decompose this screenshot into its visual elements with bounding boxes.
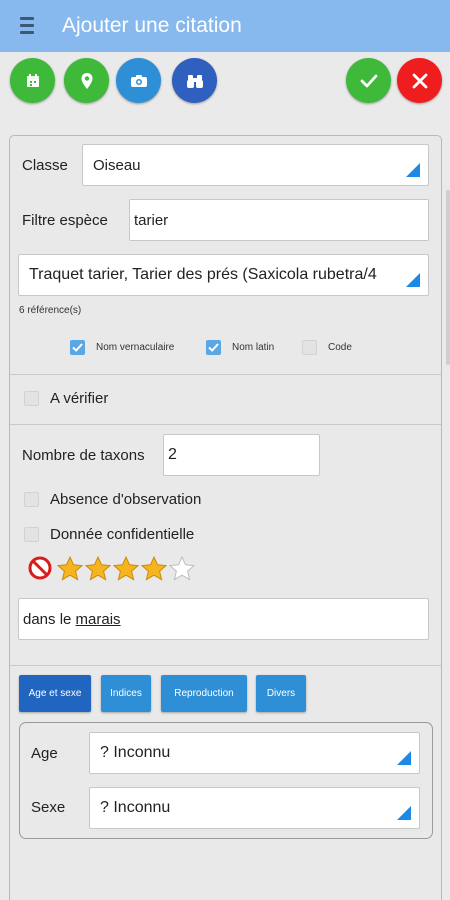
star-filled-icon[interactable] — [140, 555, 168, 583]
confirm-button[interactable] — [346, 58, 391, 103]
check-icon — [360, 74, 377, 87]
camera-icon — [130, 74, 147, 87]
absence-checkbox[interactable] — [24, 492, 39, 507]
nom-vernaculaire-checkbox[interactable] — [70, 340, 85, 355]
classe-value: Oiseau — [93, 156, 141, 174]
tab-divers[interactable]: Divers — [256, 675, 306, 712]
divider — [10, 374, 441, 375]
sex-label: Sexe — [31, 799, 66, 816]
tab-age-sexe[interactable]: Age et sexe — [19, 675, 91, 712]
nom-vernaculaire-label: Nom vernaculaire — [96, 342, 175, 353]
taxa-count-value: 2 — [168, 446, 177, 463]
age-label: Age — [31, 745, 58, 762]
classe-label: Classe — [22, 157, 68, 174]
dropdown-arrow-icon — [406, 163, 420, 177]
age-select[interactable]: ? Inconnu — [89, 732, 420, 774]
comment-link: marais — [75, 610, 121, 628]
binoculars-icon — [186, 74, 203, 88]
species-select[interactable]: Traquet tarier, Tarier des prés (Saxicol… — [18, 254, 429, 296]
tab-reproduction[interactable]: Reproduction — [161, 675, 247, 712]
dropdown-arrow-icon — [397, 751, 411, 765]
absence-label: Absence d'observation — [50, 491, 202, 508]
species-filter-input[interactable]: tarier — [129, 199, 429, 241]
checkmark-icon — [208, 343, 219, 352]
comment-prefix: dans le — [23, 610, 76, 628]
star-filled-icon[interactable] — [84, 555, 112, 583]
clear-rating-icon[interactable] — [28, 556, 52, 580]
species-value: Traquet tarier, Tarier des prés (Saxicol… — [29, 266, 377, 283]
location-pin-icon — [81, 72, 92, 89]
scrollbar[interactable] — [446, 190, 450, 365]
page-title: Ajouter une citation — [62, 14, 242, 37]
species-filter-value: tarier — [134, 211, 169, 229]
rating-stars[interactable] — [56, 555, 198, 583]
reference-count: 6 référence(s) — [19, 305, 82, 316]
comment-input[interactable]: dans le marais — [18, 598, 429, 640]
calendar-button[interactable] — [10, 58, 55, 103]
classe-select[interactable]: Oiseau — [82, 144, 429, 186]
nom-latin-label: Nom latin — [232, 342, 275, 353]
taxa-count-input[interactable]: 2 — [163, 434, 320, 476]
close-icon — [412, 73, 427, 88]
checkmark-icon — [72, 343, 83, 352]
app-bar: Ajouter une citation — [0, 0, 450, 52]
confidential-label: Donnée confidentielle — [50, 526, 195, 543]
cancel-button[interactable] — [397, 58, 442, 103]
sex-select[interactable]: ? Inconnu — [89, 787, 420, 829]
divider — [10, 424, 441, 425]
dropdown-arrow-icon — [406, 273, 420, 287]
sex-value: ? Inconnu — [100, 799, 171, 816]
species-filter-label: Filtre espèce — [22, 212, 108, 229]
star-filled-icon[interactable] — [112, 555, 140, 583]
nom-latin-checkbox[interactable] — [206, 340, 221, 355]
camera-button[interactable] — [116, 58, 161, 103]
calendar-icon — [26, 73, 39, 87]
verify-checkbox[interactable] — [24, 391, 39, 406]
star-filled-icon[interactable] — [56, 555, 84, 583]
confidential-checkbox[interactable] — [24, 527, 39, 542]
menu-icon[interactable] — [20, 17, 34, 35]
code-checkbox[interactable] — [302, 340, 317, 355]
binoculars-button[interactable] — [172, 58, 217, 103]
code-label: Code — [328, 342, 352, 353]
divider — [10, 665, 441, 666]
age-value: ? Inconnu — [100, 744, 171, 761]
tab-indices[interactable]: Indices — [101, 675, 151, 712]
star-empty-icon[interactable] — [168, 555, 196, 583]
verify-label: A vérifier — [50, 390, 109, 407]
location-button[interactable] — [64, 58, 109, 103]
dropdown-arrow-icon — [397, 806, 411, 820]
taxa-count-label: Nombre de taxons — [22, 447, 145, 464]
